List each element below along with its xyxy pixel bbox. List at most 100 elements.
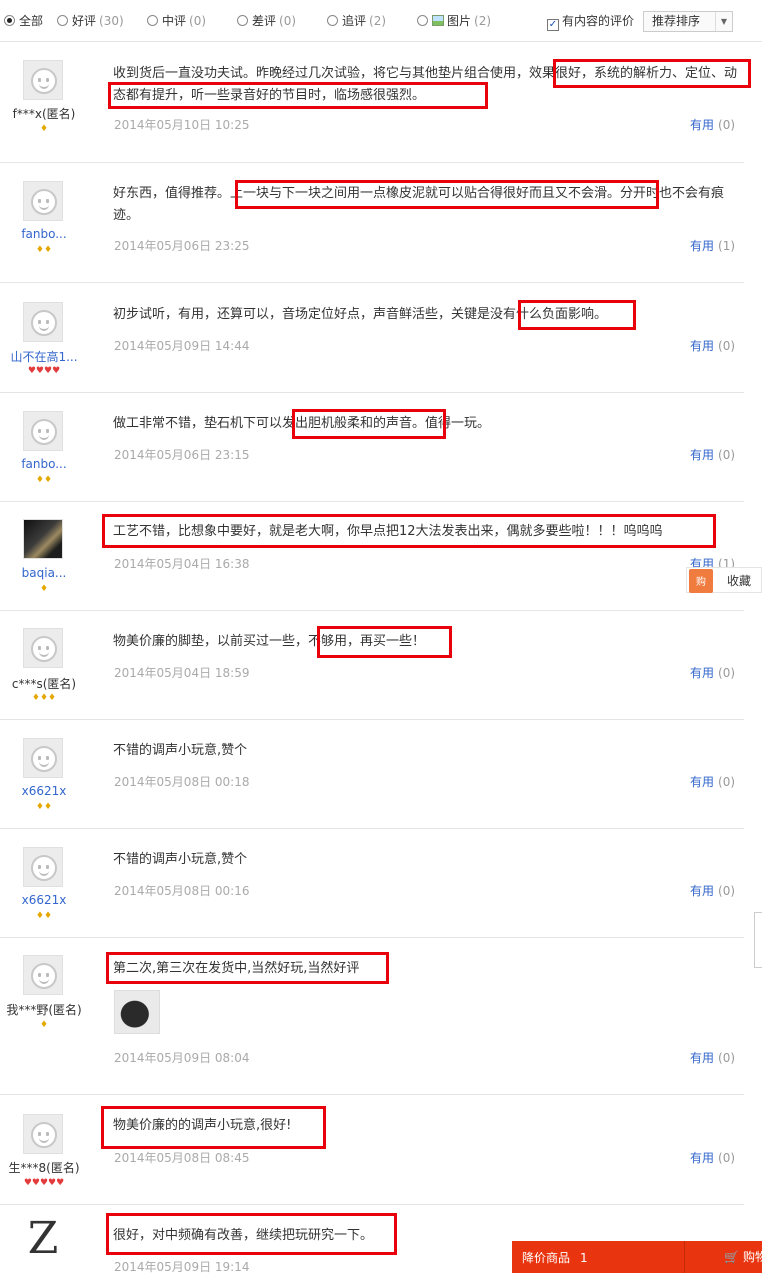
member-level-badge: ♦♦: [35, 802, 53, 812]
useful-button[interactable]: 有用 (0): [690, 446, 735, 463]
filter-positive[interactable]: 好评 (30): [57, 12, 124, 30]
review-date: 2014年05月06日 23:25: [114, 239, 250, 253]
filter-followup[interactable]: 追评 (2): [327, 12, 386, 30]
avatar[interactable]: Z: [23, 1213, 63, 1264]
review-item: x6621x ♦♦ 不错的调声小玩意,赞个 2014年05月08日 00:16 …: [0, 829, 744, 938]
reviewer-name[interactable]: fanbo...: [0, 457, 88, 471]
member-level-badge: ♦: [39, 124, 49, 134]
review-text: 物美价廉的脚垫，以前买过一些，不够用，再买一些！: [113, 634, 426, 649]
radio-icon[interactable]: [327, 15, 338, 26]
default-face-icon: [31, 189, 57, 215]
shopping-bag-icon: 购: [689, 569, 713, 593]
useful-button[interactable]: 有用 (0): [690, 1049, 735, 1066]
reviewer-name[interactable]: x6621x: [0, 784, 88, 798]
avatar[interactable]: [23, 302, 63, 342]
review-item: fanbo... ♦♦ 好东西，值得推荐。上一块与下一块之间用一点橡皮泥就可以贴…: [0, 163, 744, 283]
review-text: 好东西，值得推荐。上一块与下一块之间用一点橡皮泥就可以贴合得很好而且又不会滑。分…: [113, 186, 725, 223]
member-level-badge: ♦♦♦: [31, 693, 57, 703]
review-date: 2014年05月09日 08:04: [114, 1051, 250, 1065]
side-scroll-tab[interactable]: [754, 912, 762, 968]
review-photo-thumbnail[interactable]: [114, 990, 160, 1034]
review-text: 不错的调声小玩意,赞个: [113, 852, 248, 867]
avatar[interactable]: [23, 1114, 63, 1154]
default-face-icon: [31, 636, 57, 662]
default-face-icon: [31, 855, 57, 881]
review-text: 收到货后一直没功夫试。昨晚经过几次试验，将它与其他垫片组合使用，效果很好，系统的…: [113, 66, 738, 103]
image-icon: [432, 15, 444, 26]
avatar[interactable]: [23, 847, 63, 887]
member-level-badge: ♦♦: [35, 475, 53, 485]
member-level-badge: ♥♥♥♥: [27, 366, 61, 376]
price-drop-label[interactable]: 降价商品 1: [522, 1249, 588, 1266]
review-item: 生***8(匿名) ♥♥♥♥♥ 物美价廉的的调声小玩意,很好! 2014年05月…: [0, 1095, 744, 1205]
review-date: 2014年05月08日 00:16: [114, 884, 250, 898]
favorite-button[interactable]: 购 收藏: [686, 567, 762, 593]
useful-button[interactable]: 有用 (0): [690, 337, 735, 354]
review-date: 2014年05月09日 19:14: [114, 1260, 250, 1273]
checkmark-icon[interactable]: ✓: [547, 19, 559, 31]
member-level-badge: ♥♥♥♥♥: [23, 1178, 65, 1188]
reviewer-name[interactable]: baqia...: [0, 566, 88, 580]
review-date: 2014年05月06日 23:15: [114, 448, 250, 462]
avatar[interactable]: [23, 519, 63, 559]
cart-button[interactable]: 🛒 购物: [724, 1248, 762, 1265]
avatar[interactable]: [23, 60, 63, 100]
review-item: 我***野(匿名) ♦ 第二次,第三次在发货中,当然好玩,当然好评 2014年0…: [0, 938, 744, 1095]
review-date: 2014年05月08日 00:18: [114, 775, 250, 789]
avatar[interactable]: [23, 955, 63, 995]
reviewer-name[interactable]: f***x(匿名): [0, 105, 88, 122]
review-item: c***s(匿名) ♦♦♦ 物美价廉的脚垫，以前买过一些，不够用，再买一些！ 2…: [0, 611, 744, 720]
avatar[interactable]: [23, 628, 63, 668]
chevron-down-icon[interactable]: ▼: [715, 12, 732, 31]
filter-images[interactable]: 图片 (2): [417, 12, 491, 30]
reviewer-name[interactable]: 我***野(匿名): [0, 1001, 88, 1018]
radio-icon[interactable]: [417, 15, 428, 26]
filter-neutral[interactable]: 中评 (0): [147, 12, 206, 30]
radio-icon[interactable]: [237, 15, 248, 26]
reviewer-name[interactable]: c***s(匿名): [0, 675, 88, 692]
review-item: baqia... ♦ 工艺不错，比想象中要好，就是老大啊，你早点把12大法发表出…: [0, 502, 744, 611]
useful-button[interactable]: 有用 (0): [690, 116, 735, 133]
avatar[interactable]: [23, 181, 63, 221]
default-face-icon: [31, 68, 57, 94]
default-face-icon: [31, 419, 57, 445]
avatar[interactable]: [23, 411, 63, 451]
avatar[interactable]: [23, 738, 63, 778]
has-content-checkbox[interactable]: ✓ 有内容的评价: [547, 12, 634, 31]
useful-button[interactable]: 有用 (1): [690, 237, 735, 254]
useful-button[interactable]: 有用 (0): [690, 1149, 735, 1166]
review-text: 物美价廉的的调声小玩意,很好!: [113, 1118, 292, 1133]
default-face-icon: [31, 963, 57, 989]
review-text: 做工非常不错，垫石机下可以发出胆机般柔和的声音。值得一玩。: [113, 416, 491, 431]
radio-icon[interactable]: [147, 15, 158, 26]
radio-icon[interactable]: [4, 15, 15, 26]
review-date: 2014年05月08日 08:45: [114, 1151, 250, 1165]
review-date: 2014年05月09日 14:44: [114, 339, 250, 353]
default-face-icon: [31, 310, 57, 336]
default-face-icon: [31, 1122, 57, 1148]
member-level-badge: ♦: [39, 1020, 49, 1030]
radio-icon[interactable]: [57, 15, 68, 26]
useful-button[interactable]: 有用 (0): [690, 773, 735, 790]
sort-select[interactable]: 推荐排序 ▼: [643, 11, 733, 32]
reviewer-name[interactable]: fanbo...: [0, 227, 88, 241]
divider: [684, 1241, 685, 1273]
review-filter-bar: 全部 好评 (30) 中评 (0) 差评 (0) 追评 (2) 图片 (2) ✓ 有内容的评…: [0, 0, 762, 42]
review-item: x6621x ♦♦ 不错的调声小玩意,赞个 2014年05月08日 00:18 …: [0, 720, 744, 829]
cart-icon: 🛒: [724, 1250, 739, 1264]
reviewer-name[interactable]: x6621x: [0, 893, 88, 907]
useful-button[interactable]: 有用 (0): [690, 664, 735, 681]
review-text: 不错的调声小玩意,赞个: [113, 743, 248, 758]
price-drop-bar[interactable]: 降价商品 1 🛒 购物: [512, 1241, 762, 1273]
useful-button[interactable]: 有用 (0): [690, 882, 735, 899]
review-item: f***x(匿名) ♦ 收到货后一直没功夫试。昨晚经过几次试验，将它与其他垫片组…: [0, 42, 744, 163]
reviewer-name[interactable]: 山不在高1...: [0, 348, 88, 365]
reviewer-name[interactable]: 生***8(匿名): [0, 1159, 88, 1176]
filter-all[interactable]: 全部: [4, 12, 43, 30]
review-text: 初步试听，有用，还算可以，音场定位好点，声音鲜活些，关键是没有什么负面影响。: [113, 307, 608, 322]
review-item: fanbo... ♦♦ 做工非常不错，垫石机下可以发出胆机般柔和的声音。值得一玩…: [0, 393, 744, 502]
filter-negative[interactable]: 差评 (0): [237, 12, 296, 30]
member-level-badge: ♦♦: [35, 245, 53, 255]
review-date: 2014年05月04日 18:59: [114, 666, 250, 680]
default-face-icon: [31, 746, 57, 772]
